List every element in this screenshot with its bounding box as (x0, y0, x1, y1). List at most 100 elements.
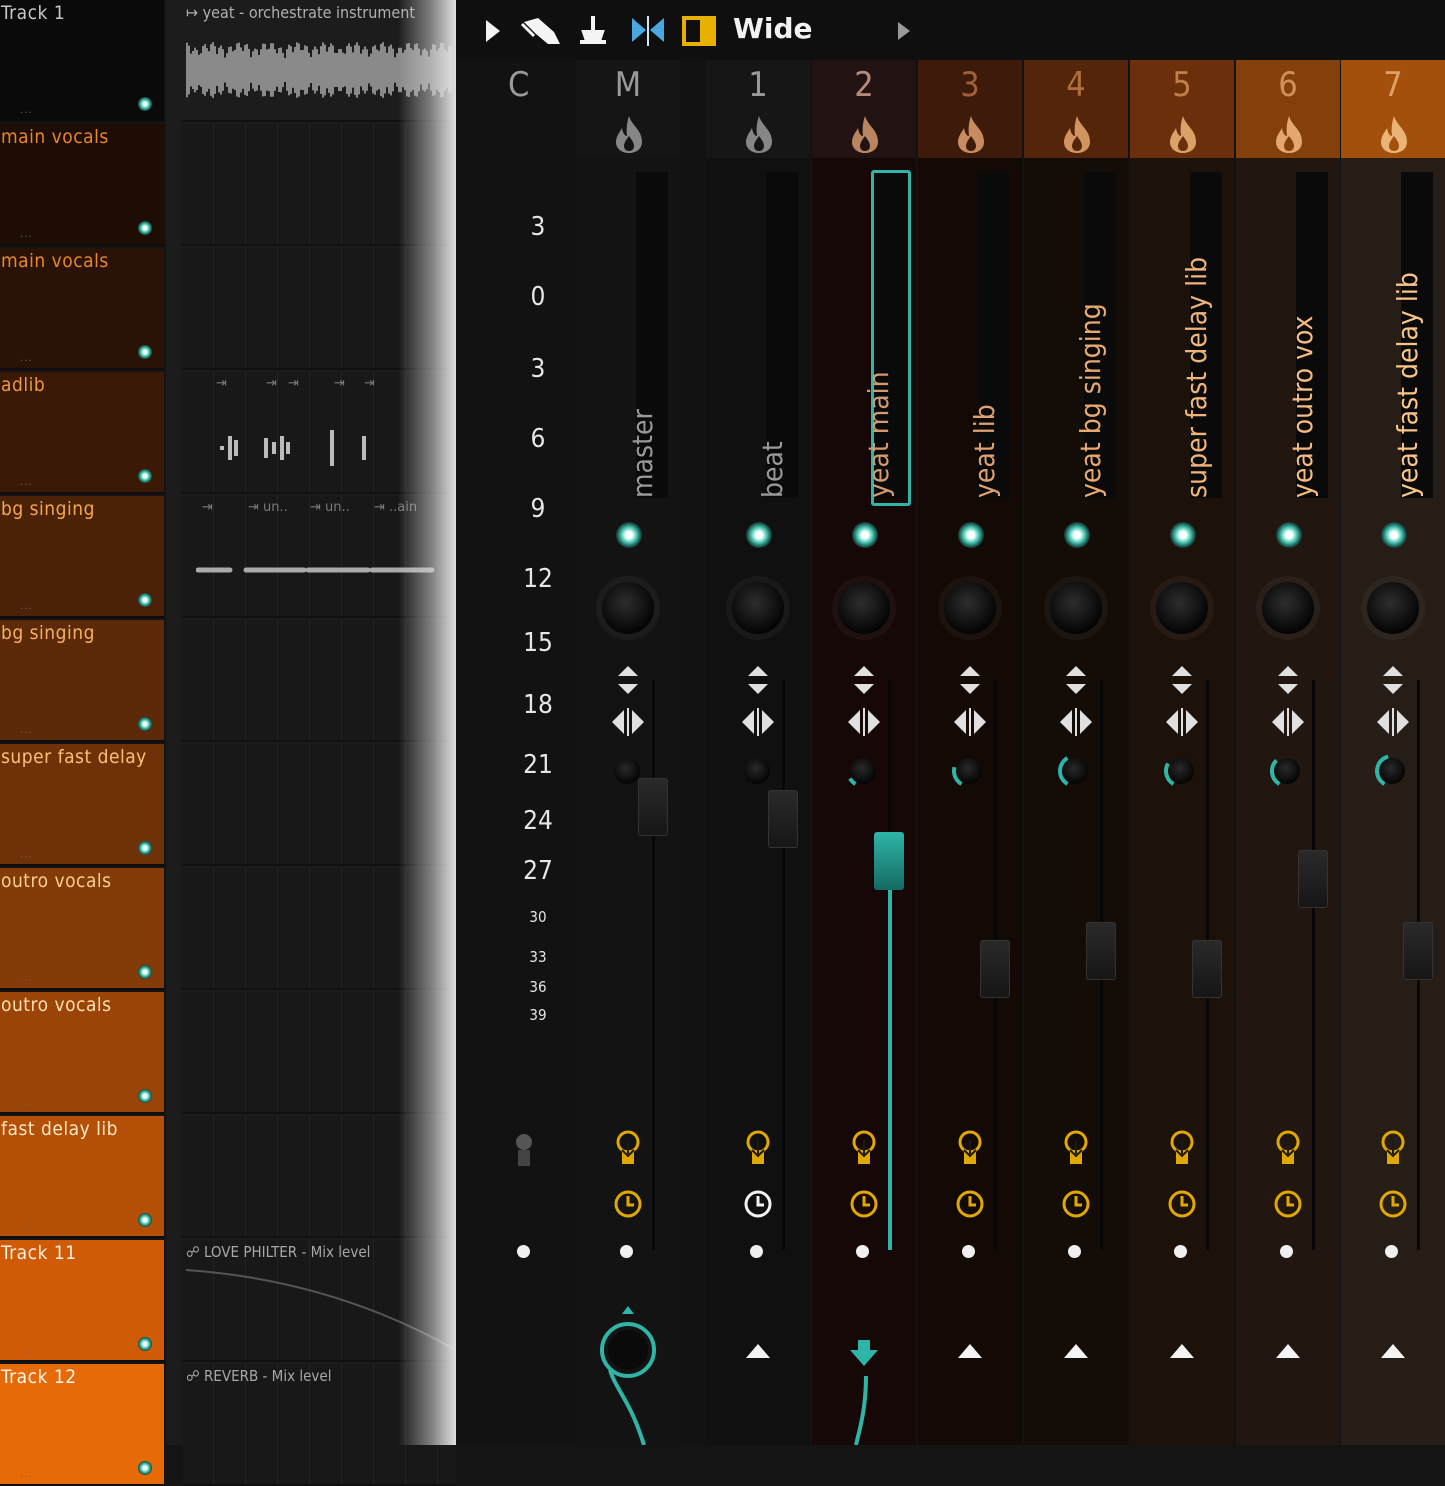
bg-clip-label[interactable]: ⇥ un.. (310, 500, 350, 515)
clip-marker-icon[interactable]: ⇥ (364, 376, 375, 391)
track-options-dots[interactable]: ... (20, 1097, 33, 1108)
track-options-dots[interactable]: ... (20, 1221, 33, 1232)
swap-vertical-icon[interactable] (616, 666, 640, 694)
swap-vertical-icon[interactable] (1381, 666, 1405, 694)
clip-marker-icon[interactable]: ⇥ (266, 376, 277, 391)
delay-clock-icon[interactable] (612, 1188, 644, 1220)
swap-vertical-icon[interactable] (1064, 666, 1088, 694)
route-down-arrow-icon[interactable] (842, 1338, 886, 1445)
track-header[interactable]: adlib... (0, 372, 164, 494)
flame-icon[interactable] (1272, 114, 1306, 154)
strip-name[interactable]: yeat main (862, 371, 895, 498)
volume-fader[interactable] (638, 778, 668, 836)
track-options-dots[interactable]: ... (20, 1469, 33, 1480)
stereo-separation-icon[interactable] (848, 708, 880, 736)
track-header[interactable]: super fast delay... (0, 744, 164, 866)
track-mute-led[interactable] (138, 1089, 152, 1103)
master-output-knob[interactable] (596, 1300, 660, 1445)
stereo-separation-icon[interactable] (1377, 708, 1409, 736)
track-header[interactable]: bg singing... (0, 620, 164, 742)
track-options-dots[interactable]: ... (20, 477, 33, 488)
swap-vertical-icon[interactable] (746, 666, 770, 694)
input-bulb-icon[interactable] (1379, 1130, 1407, 1170)
strip-name[interactable]: master (626, 409, 659, 498)
mute-led[interactable] (1276, 522, 1302, 548)
stereo-separation-icon[interactable] (1166, 708, 1198, 736)
strip-name[interactable]: yeat outro vox (1286, 316, 1319, 498)
clip-marker-icon[interactable]: ⇥ (216, 376, 227, 391)
strip-name[interactable]: yeat lib (968, 404, 1001, 498)
input-bulb-icon[interactable] (614, 1130, 642, 1170)
current-link-dot[interactable] (517, 1245, 530, 1258)
track-options-dots[interactable]: ... (20, 353, 33, 364)
pan-knob[interactable] (1262, 582, 1314, 634)
route-up-arrow-icon[interactable] (1274, 1342, 1302, 1360)
mute-led[interactable] (852, 522, 878, 548)
route-dot[interactable] (962, 1245, 975, 1258)
volume-fader[interactable] (1086, 922, 1116, 980)
track-mute-led[interactable] (138, 1337, 152, 1351)
send-level-knob[interactable] (1062, 758, 1088, 784)
mute-led[interactable] (616, 522, 642, 548)
brush-icon[interactable] (520, 14, 562, 48)
input-bulb-icon[interactable] (1274, 1130, 1302, 1170)
stereo-separation-icon[interactable] (1060, 708, 1092, 736)
delay-clock-icon[interactable] (1377, 1188, 1409, 1220)
strip-name[interactable]: super fast delay lib (1180, 257, 1213, 498)
send-level-knob[interactable] (1379, 758, 1405, 784)
pan-knob[interactable] (1156, 582, 1208, 634)
track-mute-led[interactable] (138, 97, 152, 111)
pan-knob[interactable] (944, 582, 996, 634)
current-lock-icon[interactable] (512, 1132, 536, 1172)
input-bulb-icon[interactable] (1062, 1130, 1090, 1170)
route-up-arrow-icon[interactable] (1168, 1342, 1196, 1360)
pan-knob[interactable] (1050, 582, 1102, 634)
input-bulb-icon[interactable] (744, 1130, 772, 1170)
clip-marker-icon[interactable]: ⇥ (334, 376, 345, 391)
send-level-knob[interactable] (614, 758, 640, 784)
view-mode-label[interactable]: Wide (733, 12, 813, 45)
swap-vertical-icon[interactable] (852, 666, 876, 694)
flame-icon[interactable] (1377, 114, 1411, 154)
track-mute-led[interactable] (138, 593, 152, 607)
route-dot[interactable] (620, 1245, 633, 1258)
track-options-dots[interactable]: ... (20, 229, 33, 240)
volume-fader[interactable] (768, 790, 798, 848)
flame-icon[interactable] (848, 114, 882, 154)
route-dot[interactable] (750, 1245, 763, 1258)
master-strip[interactable]: M master (576, 60, 680, 1445)
route-dot[interactable] (1068, 1245, 1081, 1258)
swap-vertical-icon[interactable] (1276, 666, 1300, 694)
panel-icon[interactable] (682, 16, 716, 46)
stereo-separation-icon[interactable] (612, 708, 644, 736)
track-options-dots[interactable]: ... (20, 849, 33, 860)
route-up-arrow-icon[interactable] (1062, 1342, 1090, 1360)
track-options-dots[interactable]: ... (20, 973, 33, 984)
input-bulb-icon[interactable] (850, 1130, 878, 1170)
track-header[interactable]: Track 12... (0, 1364, 164, 1486)
flame-icon[interactable] (1060, 114, 1094, 154)
track-mute-led[interactable] (138, 345, 152, 359)
stereo-separation-icon[interactable] (742, 708, 774, 736)
delay-clock-icon[interactable] (1060, 1188, 1092, 1220)
swap-vertical-icon[interactable] (958, 666, 982, 694)
track-header[interactable]: bg singing... (0, 496, 164, 618)
route-up-arrow-icon[interactable] (1379, 1342, 1407, 1360)
stereo-separation-icon[interactable] (1272, 708, 1304, 736)
track-header[interactable]: Track 11... (0, 1240, 164, 1362)
volume-fader[interactable] (874, 832, 904, 890)
route-dot[interactable] (1174, 1245, 1187, 1258)
mute-led[interactable] (1170, 522, 1196, 548)
strip-name[interactable]: beat (756, 441, 789, 498)
insert-strip[interactable]: 7 yeat fast delay lib (1341, 60, 1445, 1445)
input-bulb-icon[interactable] (956, 1130, 984, 1170)
strip-name[interactable]: yeat bg singing (1074, 303, 1107, 498)
clip-marker-icon[interactable]: ⇥ (288, 376, 299, 391)
volume-fader[interactable] (1192, 940, 1222, 998)
pan-knob[interactable] (732, 582, 784, 634)
stereo-separation-icon[interactable] (954, 708, 986, 736)
send-level-knob[interactable] (1274, 758, 1300, 784)
track-mute-led[interactable] (138, 221, 152, 235)
insert-strip[interactable]: 4 yeat bg singing (1024, 60, 1128, 1445)
track-mute-led[interactable] (138, 469, 152, 483)
